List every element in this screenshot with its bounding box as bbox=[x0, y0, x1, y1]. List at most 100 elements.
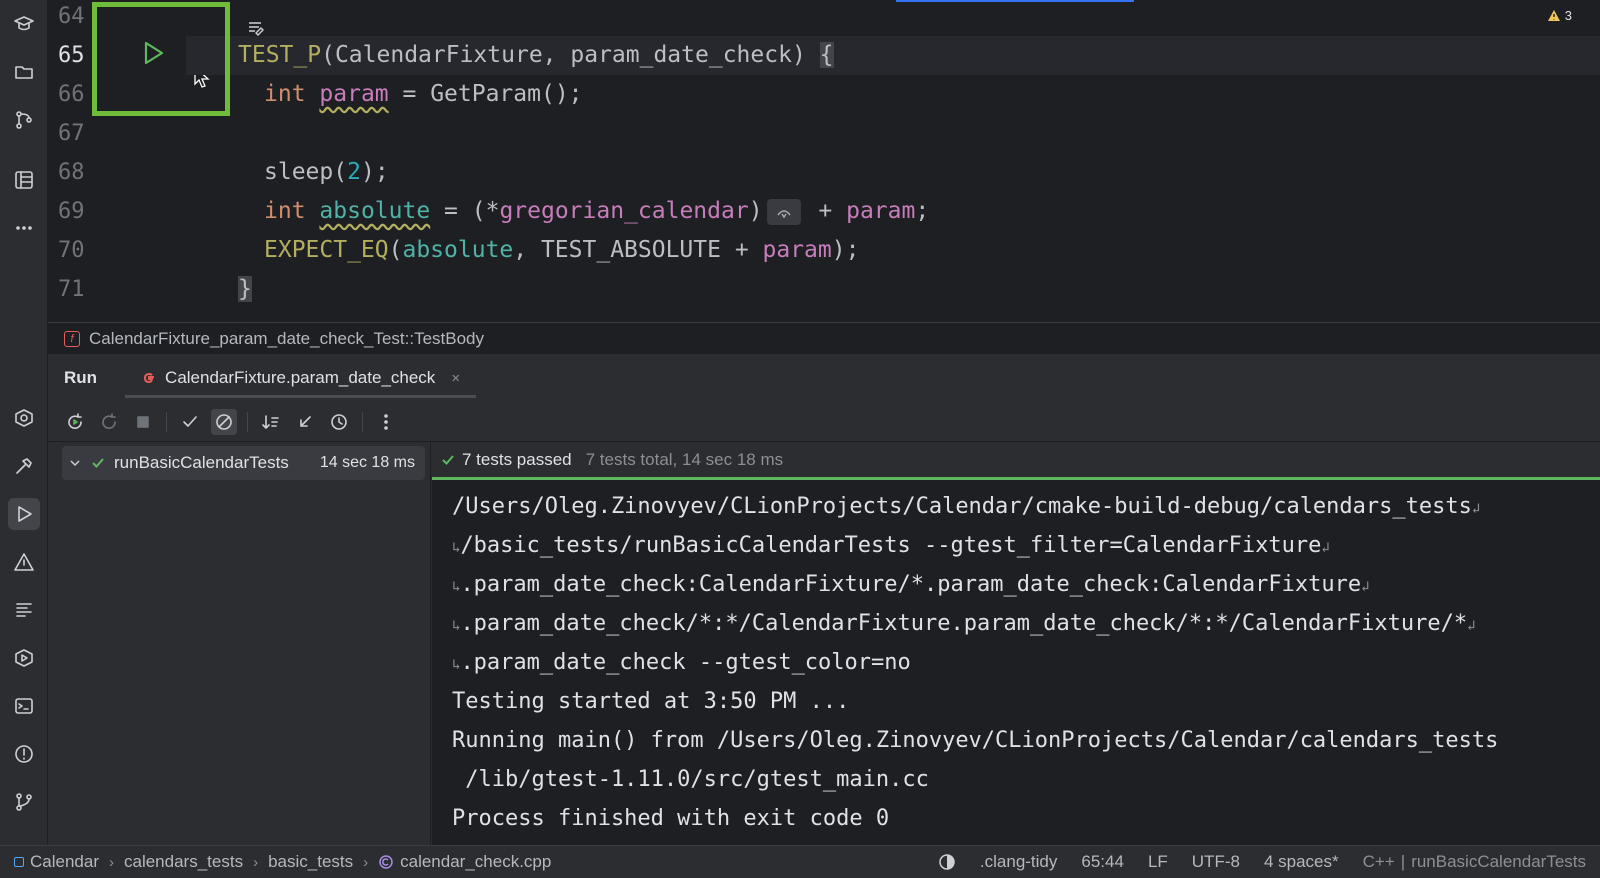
terminal-icon[interactable] bbox=[8, 690, 40, 722]
code-line-71: } bbox=[238, 276, 252, 302]
project-folder-icon[interactable] bbox=[8, 56, 40, 88]
run-panel-title: Run bbox=[64, 368, 98, 387]
rerun-failed-button[interactable] bbox=[96, 409, 122, 435]
contrast-theme-icon[interactable] bbox=[938, 853, 956, 871]
navigation-breadcrumb: Calendar › calendars_tests › basic_tests… bbox=[0, 852, 551, 872]
notifications-icon[interactable] bbox=[8, 738, 40, 770]
function-breadcrumb[interactable]: f CalendarFixture_param_date_check_Test:… bbox=[48, 322, 1600, 354]
console-line: ↳.param_date_check:CalendarFixture/*.par… bbox=[452, 572, 1370, 597]
clang-tidy-widget[interactable]: .clang-tidy bbox=[980, 852, 1057, 872]
code-text-area[interactable]: TEST_P(CalendarFixture, param_date_check… bbox=[186, 0, 1600, 322]
git-branch-icon[interactable] bbox=[8, 786, 40, 818]
line-number: 70 bbox=[58, 238, 85, 263]
cpp-file-icon bbox=[379, 855, 393, 869]
tab-label: CalendarFixture.param_date_check bbox=[165, 368, 436, 387]
more-vertical-icon bbox=[384, 413, 388, 430]
tab-run-configuration[interactable]: CalendarFixture.param_date_check × bbox=[125, 354, 477, 402]
crumb-project[interactable]: Calendar bbox=[14, 852, 99, 872]
function-icon: f bbox=[64, 330, 80, 347]
tool-window-strip bbox=[0, 0, 48, 845]
console-line: ↳/basic_tests/runBasicCalendarTests --gt… bbox=[452, 533, 1330, 558]
learn-icon[interactable] bbox=[8, 8, 40, 40]
console-line: ↳.param_date_check/*:*/CalendarFixture.p… bbox=[452, 611, 1476, 636]
stop-icon bbox=[137, 415, 149, 428]
test-results-tree[interactable]: runBasicCalendarTests 14 sec 18 ms bbox=[48, 442, 431, 845]
toolbar-separator bbox=[247, 411, 248, 432]
console-line: Process finished with exit code 0 bbox=[452, 806, 890, 831]
code-line-68: sleep(2); bbox=[264, 159, 389, 185]
history-clock-icon bbox=[331, 413, 347, 430]
gutter-highlight-box bbox=[92, 2, 230, 116]
console-line: Testing started at 3:50 PM ... bbox=[452, 689, 850, 714]
line-number: 67 bbox=[58, 121, 85, 146]
code-line-69: int absolute = (*gregorian_calendar) + p… bbox=[264, 198, 930, 225]
line-number: 71 bbox=[58, 277, 85, 302]
rerun-button[interactable] bbox=[62, 409, 88, 435]
more-tools-icon[interactable] bbox=[8, 212, 40, 244]
run-tool-window: Run CalendarFixture.param_date_check × r… bbox=[48, 354, 1600, 845]
google-test-icon bbox=[144, 372, 155, 384]
run-tabs-bar: Run CalendarFixture.param_date_check × bbox=[48, 354, 1600, 402]
code-line-65: TEST_P(CalendarFixture, param_date_check… bbox=[186, 36, 1600, 75]
stop-button[interactable] bbox=[130, 409, 156, 435]
inlay-hint[interactable] bbox=[766, 198, 801, 225]
chevron-right-icon: › bbox=[253, 853, 259, 871]
chevron-right-icon: › bbox=[109, 853, 114, 871]
rerun-failed-icon bbox=[102, 412, 116, 429]
close-icon[interactable]: × bbox=[451, 370, 460, 387]
collapse-icon bbox=[300, 415, 311, 427]
console-line: Running main() from /Users/Oleg.Zinovyev… bbox=[452, 728, 1499, 753]
commit-icon[interactable] bbox=[8, 104, 40, 136]
cast-hint-icon bbox=[776, 209, 791, 218]
run-toolbar bbox=[48, 402, 1600, 442]
services-icon[interactable] bbox=[8, 642, 40, 674]
chevron-right-icon: › bbox=[363, 853, 369, 871]
test-suite-duration: 14 sec 18 ms bbox=[319, 454, 415, 471]
console-output[interactable]: 7 tests passed 7 tests total, 14 sec 18 … bbox=[432, 442, 1600, 845]
console-line: /lib/gtest-1.11.0/src/gtest_main.cc bbox=[452, 767, 929, 792]
crumb-file[interactable]: calendar_check.cpp bbox=[378, 852, 551, 872]
sort-button[interactable] bbox=[258, 409, 284, 435]
tests-passed-label: 7 tests passed bbox=[462, 449, 572, 469]
collapse-all-button[interactable] bbox=[292, 409, 318, 435]
status-widgets: .clang-tidy 65:44 LF UTF-8 4 spaces* C++… bbox=[938, 852, 1600, 872]
problems-warning-icon[interactable] bbox=[8, 546, 40, 578]
rerun-icon bbox=[68, 412, 82, 429]
indent-setting[interactable]: 4 spaces* bbox=[1264, 852, 1339, 872]
messages-icon[interactable] bbox=[8, 594, 40, 626]
checkmark-icon bbox=[183, 415, 197, 427]
caret-position[interactable]: 65:44 bbox=[1081, 852, 1124, 872]
line-ending[interactable]: LF bbox=[1148, 852, 1168, 872]
language-context[interactable]: C++ | runBasicCalendarTests bbox=[1363, 852, 1586, 872]
toolbar-separator bbox=[166, 411, 167, 432]
crumb-subfolder[interactable]: basic_tests bbox=[268, 852, 353, 872]
code-line-70: EXPECT_EQ(absolute, TEST_ABSOLUTE + para… bbox=[264, 237, 860, 263]
test-history-button[interactable] bbox=[326, 409, 352, 435]
test-suite-name: runBasicCalendarTests bbox=[114, 453, 289, 472]
run-icon[interactable] bbox=[8, 498, 40, 530]
console-line: /Users/Oleg.Zinovyev/CLionProjects/Calen… bbox=[452, 494, 1481, 519]
module-icon bbox=[14, 857, 24, 867]
line-number: 69 bbox=[58, 199, 85, 224]
code-editor[interactable]: 64 65 66 67 68 69 70 71 3 TEST_P(Calenda… bbox=[48, 0, 1600, 322]
build-hammer-icon[interactable] bbox=[8, 450, 40, 482]
toolbar-separator bbox=[362, 411, 363, 432]
tree-row-run-basic-calendar-tests[interactable]: runBasicCalendarTests 14 sec 18 ms bbox=[62, 446, 425, 480]
code-line-66: int param = GetParam(); bbox=[264, 81, 583, 107]
show-ignored-button[interactable] bbox=[211, 408, 237, 435]
line-number: 68 bbox=[58, 160, 85, 185]
sort-icon bbox=[262, 414, 279, 429]
tests-total-label: 7 tests total, 14 sec 18 ms bbox=[585, 449, 784, 469]
ignored-icon bbox=[216, 413, 232, 430]
cmake-icon[interactable] bbox=[8, 402, 40, 434]
chevron-down-icon[interactable] bbox=[68, 456, 82, 470]
console-line: ↳.param_date_check --gtest_color=no bbox=[452, 650, 911, 675]
function-breadcrumb-label: CalendarFixture_param_date_check_Test::T… bbox=[89, 328, 484, 348]
test-status-line: 7 tests passed 7 tests total, 14 sec 18 … bbox=[432, 442, 1600, 480]
show-passed-button[interactable] bbox=[177, 409, 203, 435]
more-options-button[interactable] bbox=[373, 409, 399, 435]
passed-check-icon bbox=[442, 454, 454, 465]
file-encoding[interactable]: UTF-8 bbox=[1192, 852, 1240, 872]
crumb-folder[interactable]: calendars_tests bbox=[124, 852, 243, 872]
structure-icon[interactable] bbox=[8, 164, 40, 196]
